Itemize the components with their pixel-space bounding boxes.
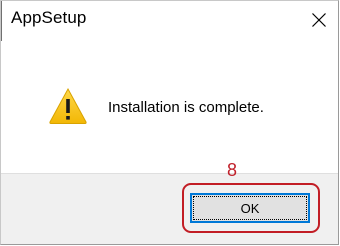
title-bar[interactable]: AppSetup <box>1 1 338 41</box>
warning-icon <box>49 87 87 124</box>
dialog-message: Installation is complete. <box>108 99 264 116</box>
close-button[interactable] <box>304 5 334 35</box>
step-number-label: 8 <box>227 160 238 180</box>
ok-button[interactable]: OK <box>190 193 310 223</box>
window-edge <box>1 1 4 41</box>
close-icon <box>312 13 326 27</box>
dialog-content: Installation is complete. <box>1 41 338 173</box>
window-title: AppSetup <box>11 8 87 27</box>
